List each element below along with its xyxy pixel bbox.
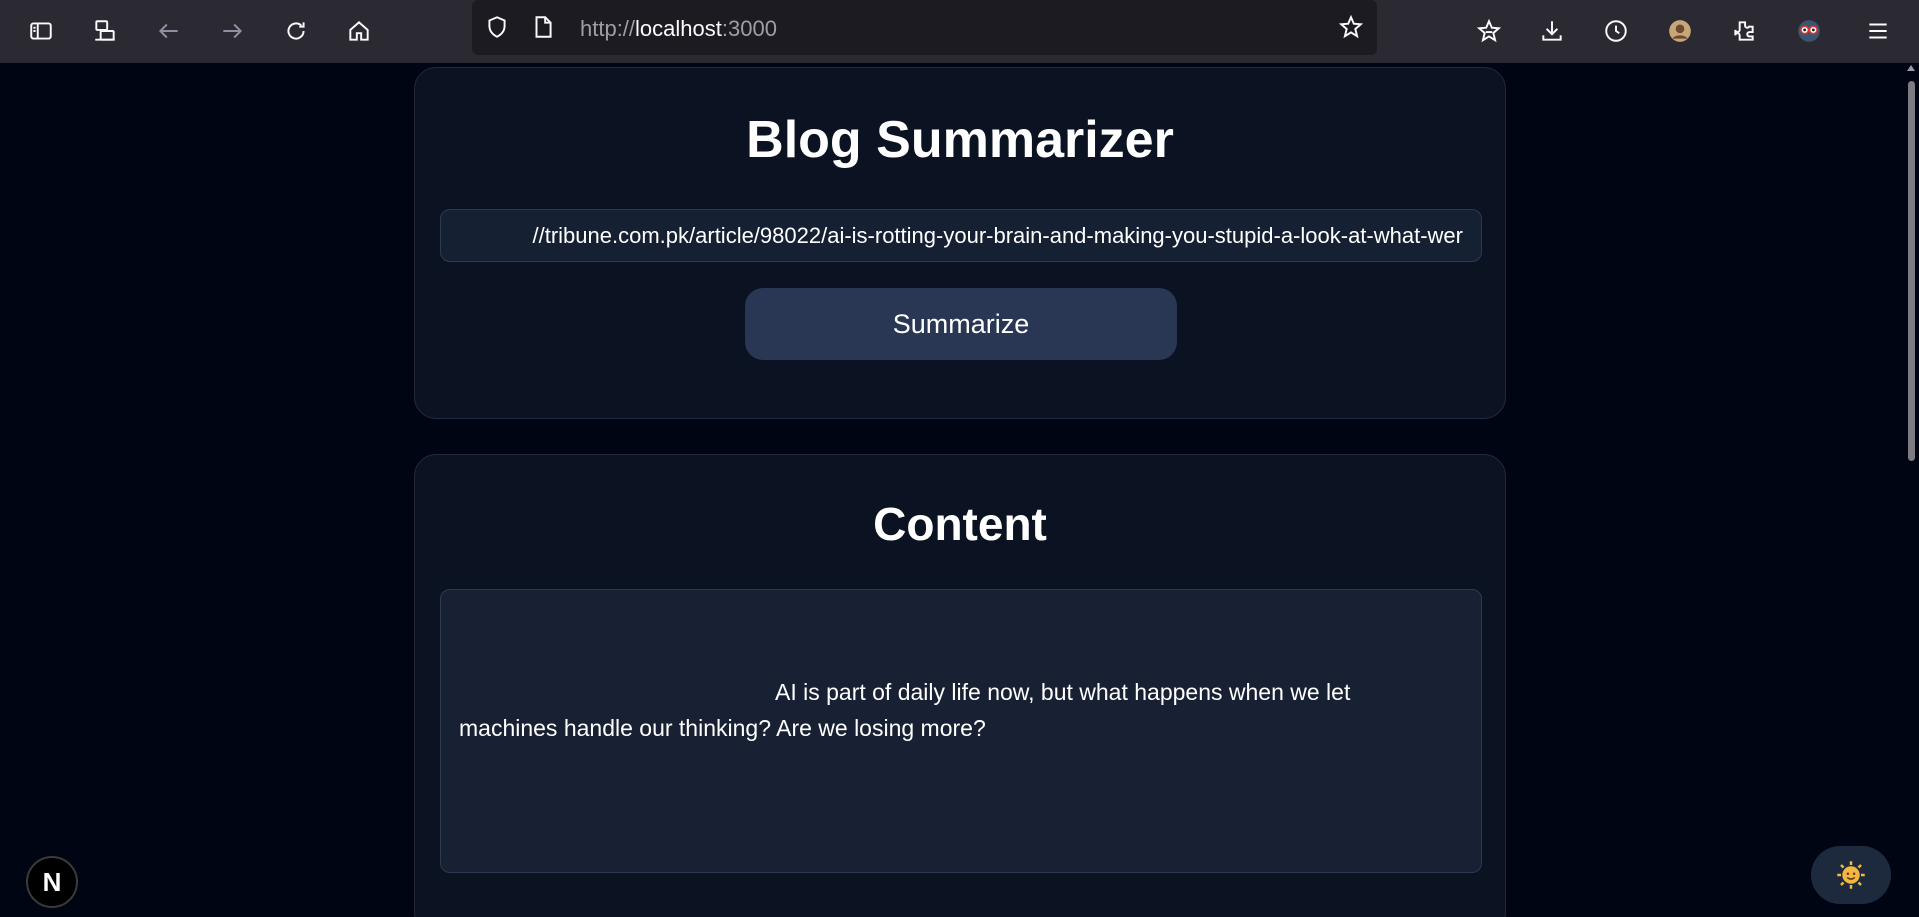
content-title: Content bbox=[873, 498, 1047, 550]
browser-toolbar: http://localhost:3000 bbox=[0, 0, 1919, 63]
extensions-icon[interactable] bbox=[1725, 12, 1763, 50]
url-scheme: http:// bbox=[580, 16, 636, 41]
page-title: Blog Summarizer bbox=[746, 111, 1174, 169]
url-host: localhost bbox=[635, 16, 722, 41]
content-text-line2: machines handle our thinking? Are we los… bbox=[459, 715, 986, 741]
summarize-button[interactable]: Summarize bbox=[745, 288, 1177, 360]
url-port: :3000 bbox=[721, 16, 777, 41]
home-icon[interactable] bbox=[340, 12, 378, 50]
sun-face-icon bbox=[1837, 861, 1865, 889]
menu-icon[interactable] bbox=[1859, 12, 1897, 50]
extension-goggles-icon[interactable] bbox=[1790, 12, 1828, 50]
page-viewport: Blog Summarizer //tribune.com.pk/article… bbox=[0, 63, 1903, 917]
back-icon[interactable] bbox=[150, 12, 188, 50]
content-text-line1: AI is part of daily life now, but what h… bbox=[775, 679, 1351, 705]
download-icon[interactable] bbox=[1533, 12, 1571, 50]
summarizer-card: Blog Summarizer //tribune.com.pk/article… bbox=[414, 67, 1506, 419]
forward-icon[interactable] bbox=[213, 12, 251, 50]
saved-to-pocket-icon[interactable] bbox=[1470, 12, 1508, 50]
sidebar-icon[interactable] bbox=[22, 12, 60, 50]
profile-avatar-icon[interactable] bbox=[1661, 12, 1699, 50]
bookmark-star-icon[interactable] bbox=[1332, 8, 1370, 46]
url-text[interactable]: http://localhost:3000 bbox=[580, 16, 777, 42]
content-card: Content AI is part of daily life now, bu… bbox=[414, 454, 1506, 917]
scroll-up-arrow[interactable] bbox=[1907, 65, 1915, 71]
page-icon bbox=[524, 8, 562, 46]
scroll-thumb[interactable] bbox=[1908, 81, 1915, 461]
nextjs-dev-indicator[interactable]: N bbox=[26, 856, 78, 908]
url-bar[interactable]: http://localhost:3000 bbox=[472, 0, 1377, 55]
history-icon[interactable] bbox=[1597, 12, 1635, 50]
content-text-area[interactable]: AI is part of daily life now, but what h… bbox=[440, 589, 1482, 873]
blog-url-input[interactable]: //tribune.com.pk/article/98022/ai-is-rot… bbox=[440, 209, 1482, 262]
blog-url-value: //tribune.com.pk/article/98022/ai-is-rot… bbox=[532, 222, 1464, 248]
page-scrollbar[interactable] bbox=[1903, 63, 1919, 917]
reload-icon[interactable] bbox=[277, 12, 315, 50]
floating-assistant-button[interactable] bbox=[1811, 846, 1891, 904]
synced-tabs-icon[interactable] bbox=[86, 12, 124, 50]
shield-icon[interactable] bbox=[478, 8, 516, 46]
